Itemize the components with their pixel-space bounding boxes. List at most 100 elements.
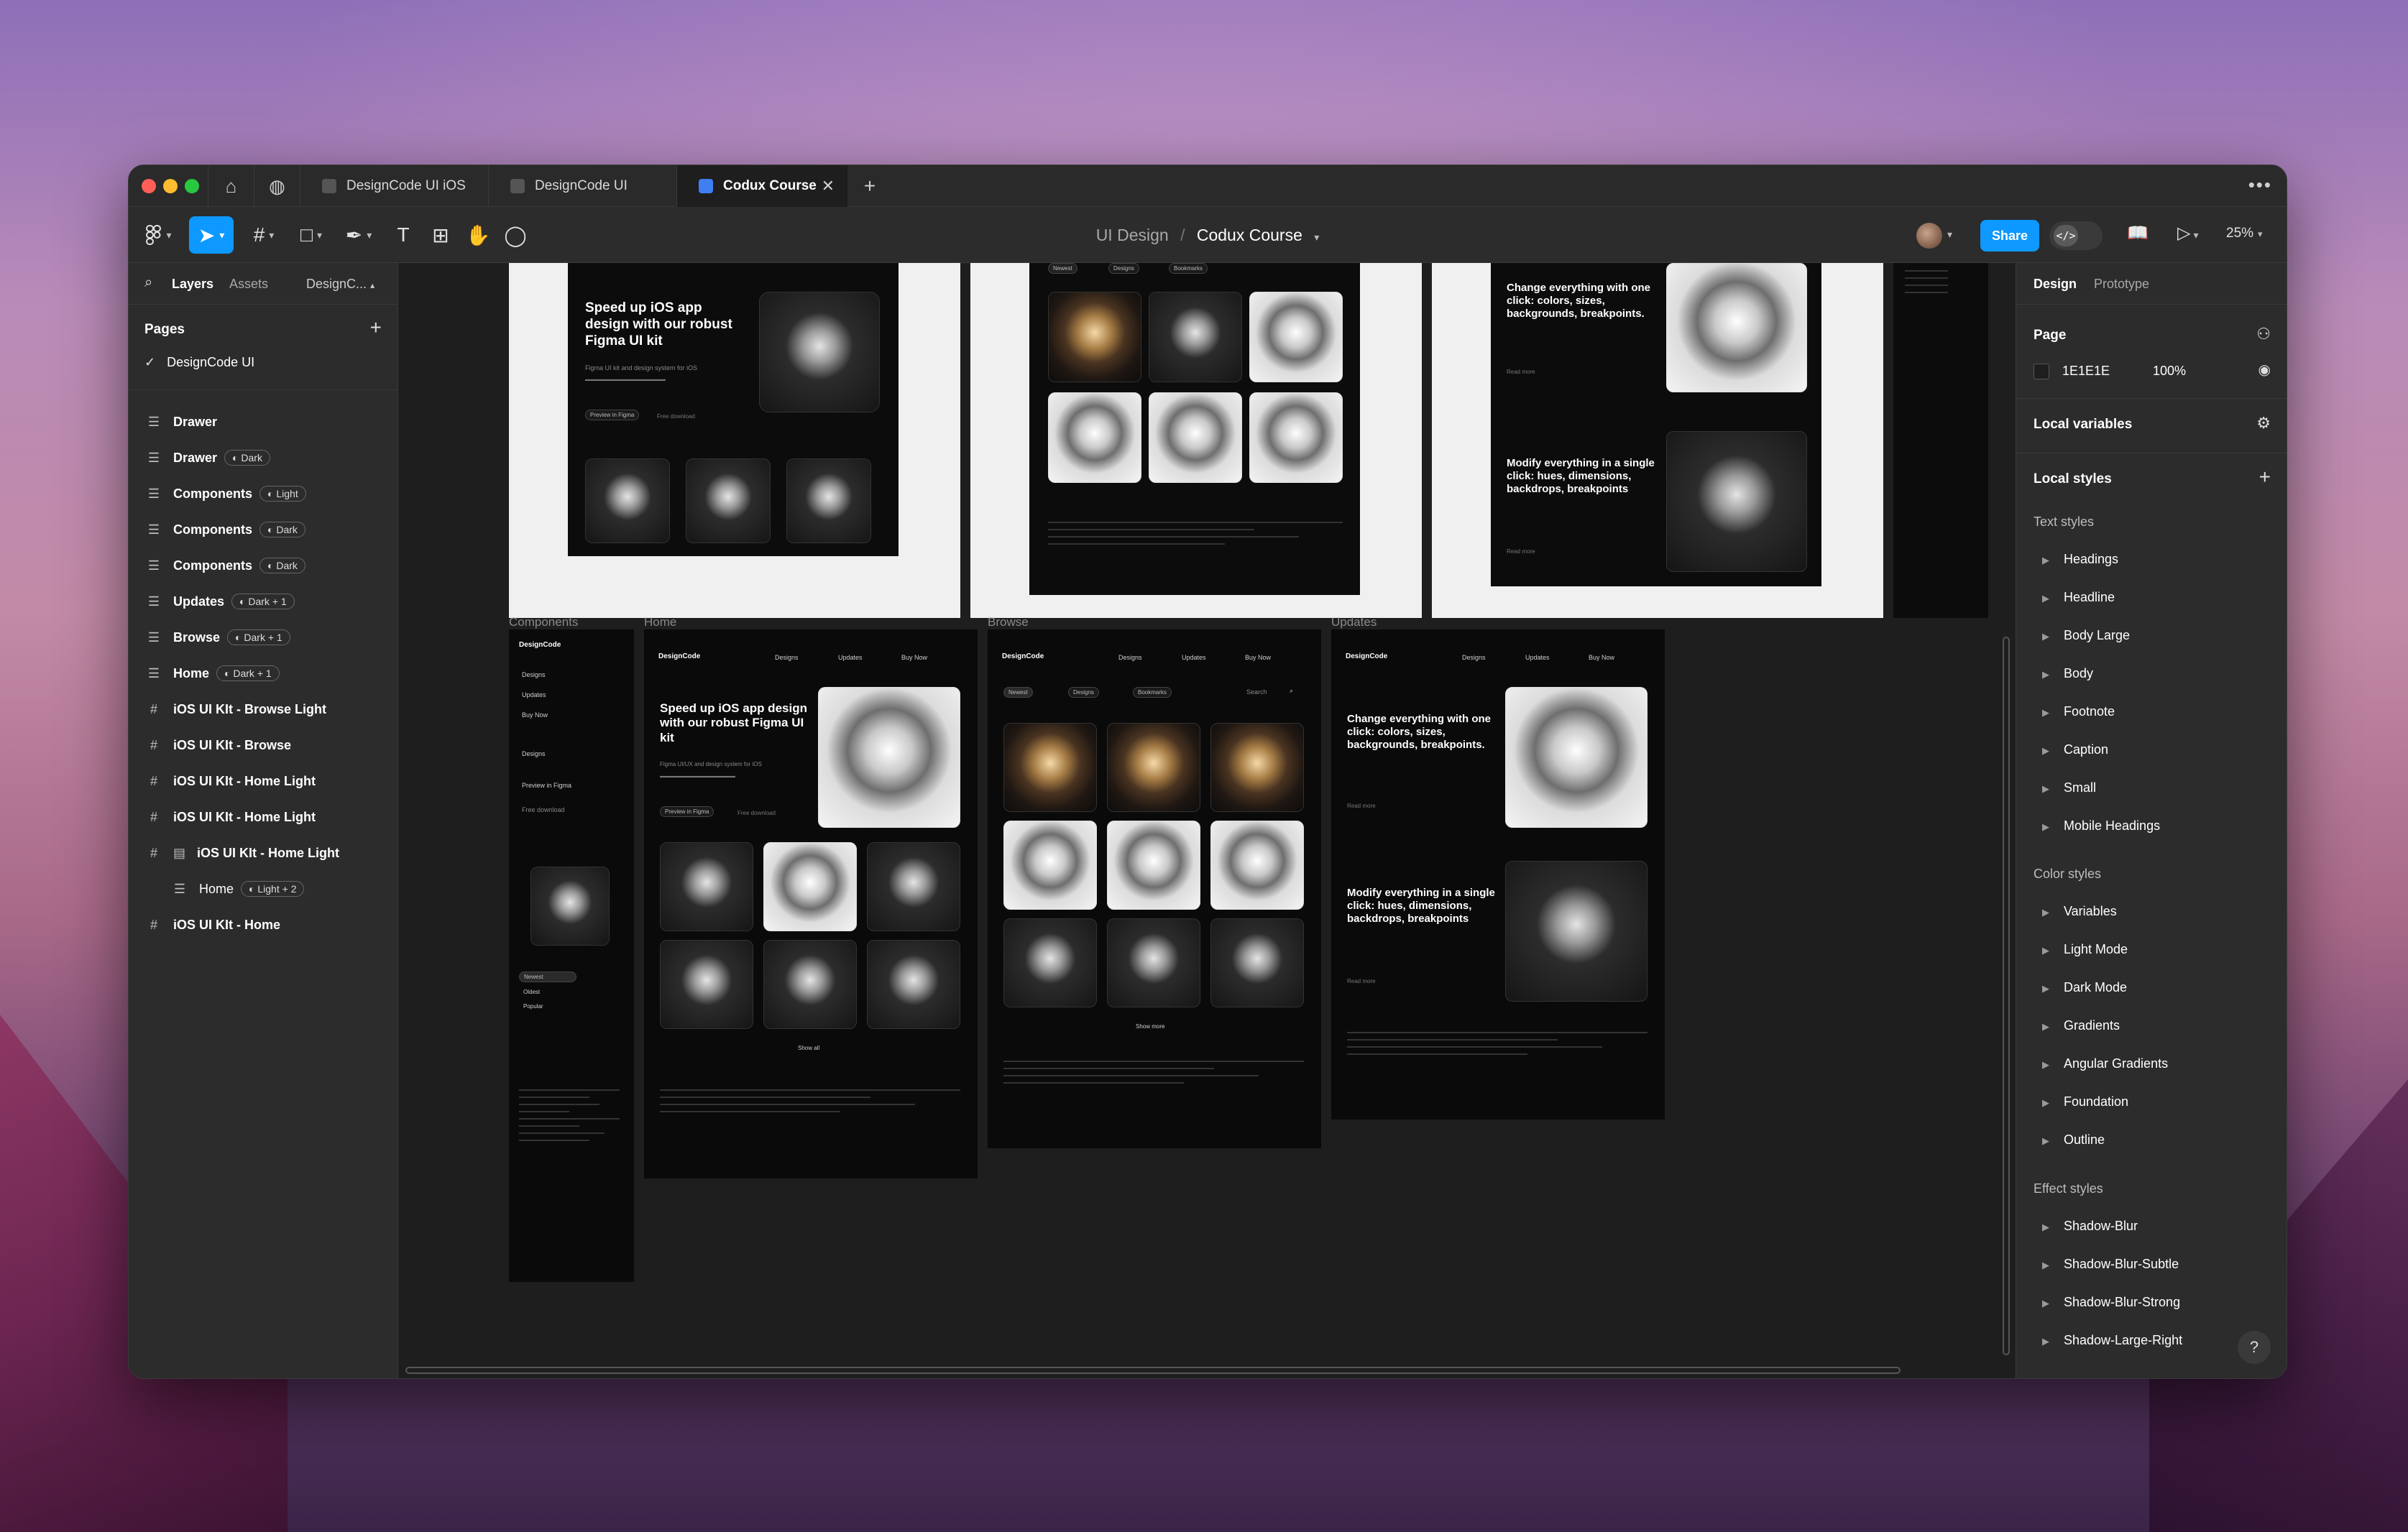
frame-tool-button[interactable]: # ▾: [244, 216, 284, 254]
help-button[interactable]: ?: [2238, 1331, 2271, 1364]
text-style-item[interactable]: ▶ Headline: [2034, 590, 2115, 605]
add-page-button[interactable]: +: [370, 316, 382, 339]
layer-item[interactable]: # iOS UI KIt - Home Light: [129, 763, 397, 799]
filter-designs[interactable]: Designs: [1108, 263, 1139, 274]
resources-tool-button[interactable]: ⊞: [425, 216, 456, 254]
frame-label-home[interactable]: Home: [644, 615, 676, 629]
layer-item[interactable]: ☰ Components ◐ Light: [129, 476, 397, 512]
nav-designs[interactable]: Designs: [1118, 654, 1142, 661]
layer-item[interactable]: ☰ Browse ◐ Dark + 1: [129, 619, 397, 655]
effect-style-item[interactable]: ▶ Shadow-Blur-Subtle: [2034, 1257, 2179, 1272]
close-window-button[interactable]: [142, 179, 156, 193]
filter-bookmarks[interactable]: Bookmarks: [1133, 687, 1172, 698]
main-menu-button[interactable]: ▾: [140, 216, 178, 254]
pen-tool-button[interactable]: ✒ ▾: [339, 216, 379, 254]
avatar[interactable]: [1916, 223, 1942, 249]
browse-search-input[interactable]: Search: [1246, 688, 1267, 696]
read-more-link[interactable]: Read more: [1507, 368, 1535, 376]
file-page-dropdown[interactable]: DesignC... ▴: [306, 277, 374, 292]
preview-figma-button[interactable]: Preview in Figma: [660, 806, 714, 817]
globe-icon[interactable]: ◍: [254, 165, 300, 207]
color-style-item[interactable]: ▶ Dark Mode: [2034, 980, 2127, 995]
layer-item[interactable]: # ▤ iOS UI KIt - Home Light: [129, 835, 397, 871]
layer-item[interactable]: ☰ Drawer ◐ Dark: [129, 440, 397, 476]
component-menu-popular[interactable]: Popular: [523, 1003, 543, 1010]
text-style-item[interactable]: ▶ Body Large: [2034, 628, 2130, 643]
read-more-link[interactable]: Read more: [1347, 977, 1376, 985]
layer-item[interactable]: # iOS UI KIt - Home Light: [129, 799, 397, 835]
artwork-tile[interactable]: [660, 842, 753, 931]
artwork-tile[interactable]: [867, 842, 960, 931]
layer-item[interactable]: ☰ Components ◐ Dark: [129, 512, 397, 548]
color-style-item[interactable]: ▶ Light Mode: [2034, 942, 2128, 957]
layer-item[interactable]: ☰ Home ◐ Dark + 1: [129, 655, 397, 691]
text-style-item[interactable]: ▶ Caption: [2034, 742, 2108, 757]
frame-home-light-top[interactable]: Speed up iOS app design with our robust …: [509, 263, 960, 618]
color-style-item[interactable]: ▶ Outline: [2034, 1132, 2105, 1148]
frame-browse[interactable]: DesignCode Designs Updates Buy Now Newes…: [988, 629, 1321, 1148]
artwork-tile[interactable]: [1003, 918, 1097, 1007]
frame-updates-light-top[interactable]: Change everything with one click: colors…: [1432, 263, 1883, 618]
text-style-item[interactable]: ▶ Headings: [2034, 552, 2118, 567]
free-download-link[interactable]: Free download: [737, 809, 776, 817]
color-style-item[interactable]: ▶ Foundation: [2034, 1094, 2128, 1109]
frame-updates[interactable]: DesignCode Designs Updates Buy Now Chang…: [1331, 629, 1665, 1120]
frame-label-components[interactable]: Components: [509, 615, 578, 629]
zoom-level[interactable]: 25% ▾: [2226, 226, 2263, 241]
artwork-tile[interactable]: [1210, 918, 1304, 1007]
frame-label-browse[interactable]: Browse: [988, 615, 1029, 629]
chevron-down-icon[interactable]: ▾: [1947, 229, 1952, 241]
shape-tool-button[interactable]: □ ▾: [291, 216, 331, 254]
page-color-value[interactable]: 1E1E1E: [2062, 364, 2110, 379]
frame-components[interactable]: DesignCode Designs Updates Buy Now Desig…: [509, 629, 634, 1282]
breadcrumb-file-name[interactable]: Codux Course: [1197, 226, 1302, 244]
canvas[interactable]: Speed up iOS app design with our robust …: [398, 263, 2016, 1378]
frame-browse-light-top[interactable]: Newest Designs Bookmarks: [970, 263, 1422, 618]
nav-designs[interactable]: Designs: [1462, 654, 1486, 661]
eye-icon[interactable]: ◉: [2258, 361, 2271, 379]
read-more-link[interactable]: Read more: [1347, 802, 1376, 810]
local-variables-title[interactable]: Local variables: [2034, 417, 2132, 433]
search-icon[interactable]: ⌕: [1290, 687, 1293, 695]
layer-item[interactable]: ☰ Updates ◐ Dark + 1: [129, 583, 397, 619]
layer-item[interactable]: # iOS UI KIt - Browse: [129, 727, 397, 763]
artwork-tile[interactable]: [1210, 821, 1304, 910]
hand-tool-button[interactable]: ✋: [462, 216, 494, 254]
component-menu-newest[interactable]: Newest: [519, 972, 576, 982]
page-settings-icon[interactable]: ⚇: [2256, 325, 2271, 343]
artwork-tile[interactable]: [1003, 723, 1097, 812]
layer-item[interactable]: ☰ Drawer: [129, 404, 397, 440]
artwork-tile[interactable]: [1210, 723, 1304, 812]
tab-designcode-ui[interactable]: DesignCode UI: [488, 165, 676, 207]
nav-designs[interactable]: Designs: [775, 654, 799, 661]
tab-codux-course[interactable]: Codux Course ✕: [676, 165, 847, 207]
frame-home[interactable]: DesignCode Designs Updates Buy Now Speed…: [644, 629, 978, 1178]
artwork-tile[interactable]: [1149, 392, 1242, 483]
tab-prototype[interactable]: Prototype: [2094, 277, 2149, 292]
present-play-icon[interactable]: ▷ ▾: [2177, 223, 2199, 244]
filter-bookmarks[interactable]: Bookmarks: [1169, 263, 1208, 274]
artwork-tile[interactable]: [867, 940, 960, 1029]
page-item-current[interactable]: ✓ DesignCode UI: [144, 355, 254, 370]
color-style-item[interactable]: ▶ Gradients: [2034, 1018, 2120, 1033]
horizontal-scrollbar[interactable]: [405, 1367, 1901, 1374]
preview-figma-button[interactable]: Preview in Figma: [585, 410, 640, 420]
component-menu-oldest[interactable]: Oldest: [523, 989, 540, 995]
breadcrumb-project[interactable]: UI Design: [1096, 226, 1169, 244]
text-tool-button[interactable]: T: [387, 216, 419, 254]
artwork-tile[interactable]: [1048, 392, 1141, 483]
page-color-swatch[interactable]: [2034, 364, 2049, 379]
library-icon[interactable]: 📖: [2127, 223, 2149, 244]
text-style-item[interactable]: ▶ Body: [2034, 666, 2093, 681]
text-style-item[interactable]: ▶ Small: [2034, 780, 2096, 795]
nav-buy-now[interactable]: Buy Now: [1589, 654, 1614, 661]
chevron-down-icon[interactable]: ▾: [1314, 231, 1319, 243]
color-style-item[interactable]: ▶ Angular Gradients: [2034, 1056, 2168, 1071]
nav-buy-now[interactable]: Buy Now: [1245, 654, 1271, 661]
text-style-item[interactable]: ▶ Mobile Headings: [2034, 818, 2160, 834]
free-download-link[interactable]: Free download: [657, 412, 695, 420]
component-preview-button[interactable]: Preview in Figma: [522, 782, 571, 789]
more-options-icon[interactable]: •••: [2248, 174, 2272, 196]
tab-design[interactable]: Design: [2034, 277, 2077, 292]
artwork-tile[interactable]: [1048, 292, 1141, 382]
